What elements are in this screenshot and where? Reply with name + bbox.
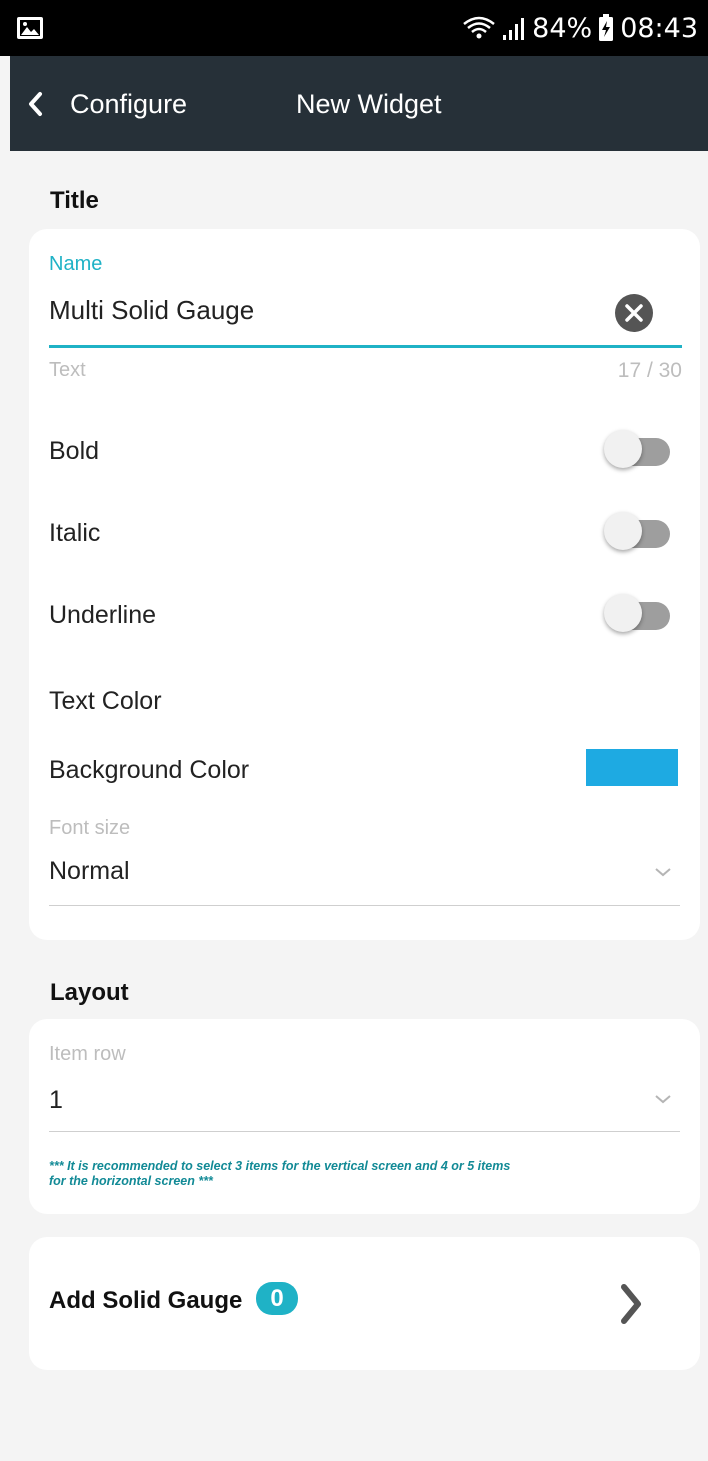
chevron-down-icon[interactable] — [654, 866, 672, 878]
battery-charging-icon — [599, 14, 614, 41]
italic-label: Italic — [49, 519, 101, 547]
background-color-label[interactable]: Background Color — [49, 756, 249, 785]
underline-toggle[interactable] — [604, 594, 670, 632]
battery-percent: 84% — [532, 12, 593, 44]
item-row-label: Item row — [49, 1043, 126, 1065]
name-field-label: Name — [49, 253, 103, 275]
italic-toggle[interactable] — [604, 512, 670, 550]
name-field-underline — [49, 345, 682, 348]
status-bar: 84% 08:43 — [0, 0, 708, 56]
font-size-select[interactable]: Normal — [49, 857, 130, 886]
item-row-underline — [49, 1131, 680, 1132]
screen-title: New Widget — [296, 89, 442, 119]
gauge-count-badge: 0 — [256, 1282, 298, 1315]
background-color-swatch[interactable] — [586, 749, 678, 786]
text-color-label[interactable]: Text Color — [49, 687, 162, 716]
wifi-icon — [463, 16, 495, 39]
add-solid-gauge-row[interactable]: Add Solid Gauge 0 — [29, 1237, 700, 1370]
bold-toggle[interactable] — [604, 430, 670, 468]
bold-label: Bold — [49, 437, 100, 465]
font-size-label: Font size — [49, 817, 131, 839]
clock: 08:43 — [620, 12, 698, 44]
chevron-down-icon[interactable] — [654, 1093, 672, 1105]
font-size-underline — [49, 905, 680, 906]
name-field-helper: Text — [49, 359, 86, 381]
chevron-right-icon[interactable] — [619, 1283, 643, 1325]
underline-label: Underline — [49, 601, 157, 629]
name-field-counter: 17 / 30 — [617, 359, 682, 382]
name-input[interactable]: Multi Solid Gauge — [49, 295, 254, 326]
item-row-select[interactable]: 1 — [49, 1086, 63, 1115]
add-solid-gauge-label: Add Solid Gauge — [49, 1287, 243, 1314]
gallery-icon — [17, 17, 43, 39]
title-settings-card: Name Multi Solid Gauge Text 17 / 30 Bold… — [29, 229, 700, 940]
signal-icon — [503, 18, 525, 40]
back-button-label[interactable]: Configure — [70, 89, 187, 120]
layout-recommendation-note: *** It is recommended to select 3 items … — [49, 1159, 511, 1188]
section-heading-layout: Layout — [50, 979, 129, 1006]
clear-icon[interactable] — [614, 293, 654, 333]
section-heading-title: Title — [50, 187, 99, 214]
back-icon[interactable] — [24, 89, 48, 119]
app-bar: Configure New Widget — [10, 56, 708, 151]
layout-settings-card: Item row 1 *** It is recommended to sele… — [29, 1019, 700, 1214]
